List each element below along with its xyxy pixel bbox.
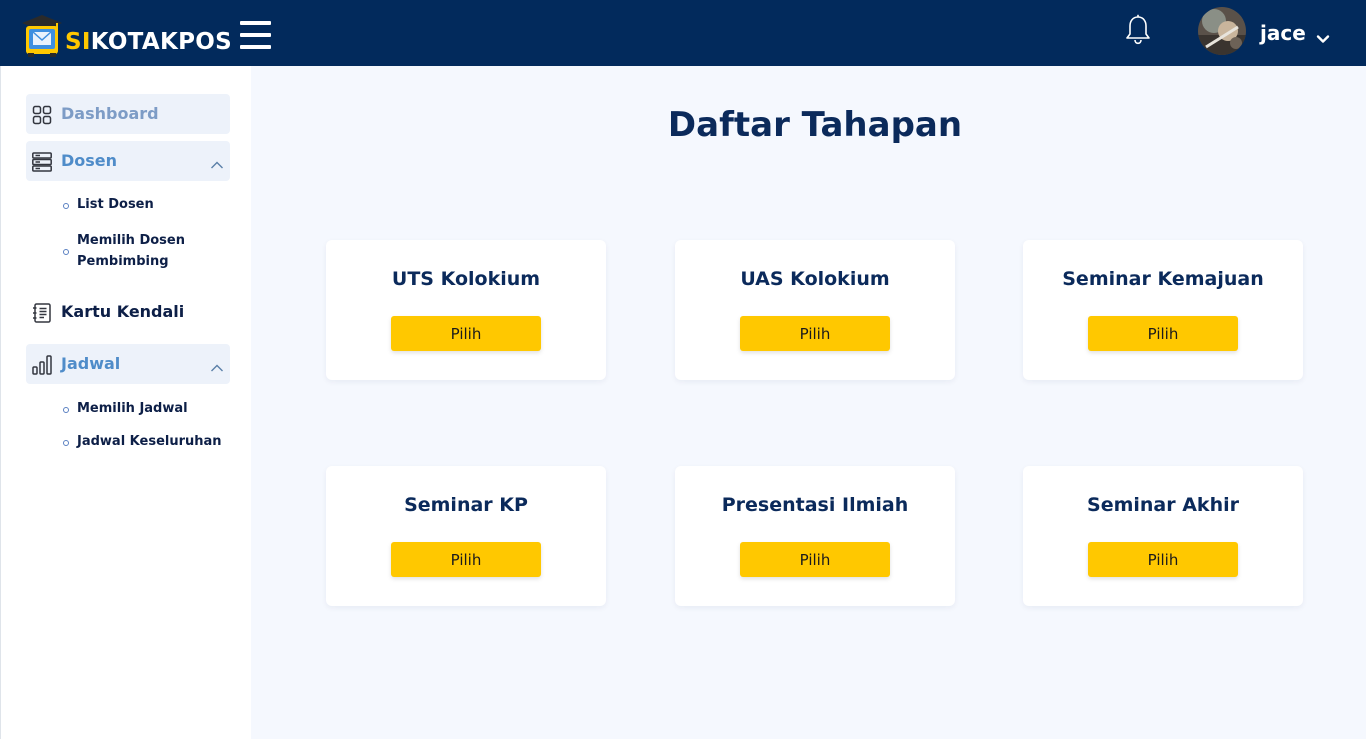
card-title: UTS Kolokium — [391, 268, 541, 290]
brand-prefix: SI — [65, 29, 91, 55]
sidebar-item-dosen[interactable]: Dosen — [26, 141, 230, 181]
bullet-icon — [63, 440, 69, 446]
sidebar-item-kartu-kendali[interactable]: Kartu Kendali — [26, 292, 230, 332]
stage-card-seminar-akhir: Seminar Akhir Pilih — [1023, 466, 1303, 606]
pilih-button[interactable]: Pilih — [740, 316, 890, 351]
sidebar-item-dashboard[interactable]: Dashboard — [26, 94, 230, 134]
card-title: UAS Kolokium — [740, 268, 890, 290]
stage-card-uts-kolokium: UTS Kolokium Pilih — [326, 240, 606, 380]
sidebar-subitem-label-line2: Pembimbing — [77, 254, 169, 269]
pilih-button[interactable]: Pilih — [1088, 542, 1238, 577]
avatar[interactable] — [1198, 7, 1246, 55]
server-icon — [32, 152, 52, 172]
bar-chart-icon — [32, 355, 52, 375]
pilih-button[interactable]: Pilih — [391, 316, 541, 351]
bullet-icon — [63, 407, 69, 413]
chevron-up-icon[interactable] — [210, 155, 224, 169]
sidebar-subitem-memilih-dosen-pembimbing[interactable]: Memilih Dosen Pembimbing — [61, 230, 241, 274]
brand-rest: KOTAKPOS — [90, 29, 232, 55]
card-title: Presentasi Ilmiah — [721, 494, 909, 516]
hamburger-icon[interactable] — [240, 21, 271, 50]
grid-icon — [32, 105, 52, 125]
bullet-icon — [63, 203, 69, 209]
card-title: Seminar KP — [404, 494, 528, 516]
sidebar-subitem-label: Memilih Dosen — [77, 233, 185, 248]
sidebar: Dashboard Dosen List Dosen Memilih Dosen… — [0, 66, 251, 739]
brand-name[interactable]: SIKOTAKPOS — [65, 27, 232, 57]
username[interactable]: jace — [1260, 19, 1306, 47]
sidebar-item-label: Kartu Kendali — [61, 302, 185, 321]
sidebar-subitem-list-dosen[interactable]: List Dosen — [61, 194, 241, 216]
chevron-up-icon[interactable] — [210, 358, 224, 372]
sidebar-item-label: Jadwal — [61, 354, 121, 373]
bell-icon[interactable] — [1124, 14, 1152, 46]
sidebar-subitem-label: Jadwal Keseluruhan — [77, 434, 222, 449]
sidebar-subitem-memilih-jadwal[interactable]: Memilih Jadwal — [61, 398, 241, 420]
pilih-button[interactable]: Pilih — [391, 542, 541, 577]
stage-card-presentasi-ilmiah: Presentasi Ilmiah Pilih — [675, 466, 955, 606]
sidebar-item-label: Dosen — [61, 151, 118, 170]
pilih-button[interactable]: Pilih — [740, 542, 890, 577]
document-list-icon — [32, 303, 52, 323]
stage-card-uas-kolokium: UAS Kolokium Pilih — [675, 240, 955, 380]
sidebar-subitem-label: Memilih Jadwal — [77, 401, 188, 416]
card-title: Seminar Akhir — [1087, 494, 1239, 516]
pilih-button[interactable]: Pilih — [1088, 316, 1238, 351]
stage-card-seminar-kemajuan: Seminar Kemajuan Pilih — [1023, 240, 1303, 380]
sidebar-subitem-jadwal-keseluruhan[interactable]: Jadwal Keseluruhan — [61, 431, 241, 453]
sidebar-item-jadwal[interactable]: Jadwal — [26, 344, 230, 384]
graduation-mailbox-logo-icon[interactable] — [20, 12, 64, 58]
page-title: Daftar Tahapan — [667, 105, 963, 145]
stage-card-seminar-kp: Seminar KP Pilih — [326, 466, 606, 606]
chevron-down-icon[interactable] — [1316, 29, 1330, 43]
sidebar-subitem-label: List Dosen — [77, 197, 154, 212]
card-title: Seminar Kemajuan — [1062, 268, 1264, 290]
top-navbar: SIKOTAKPOS jace — [0, 0, 1366, 66]
bullet-icon — [63, 249, 69, 255]
sidebar-item-label: Dashboard — [61, 104, 159, 123]
